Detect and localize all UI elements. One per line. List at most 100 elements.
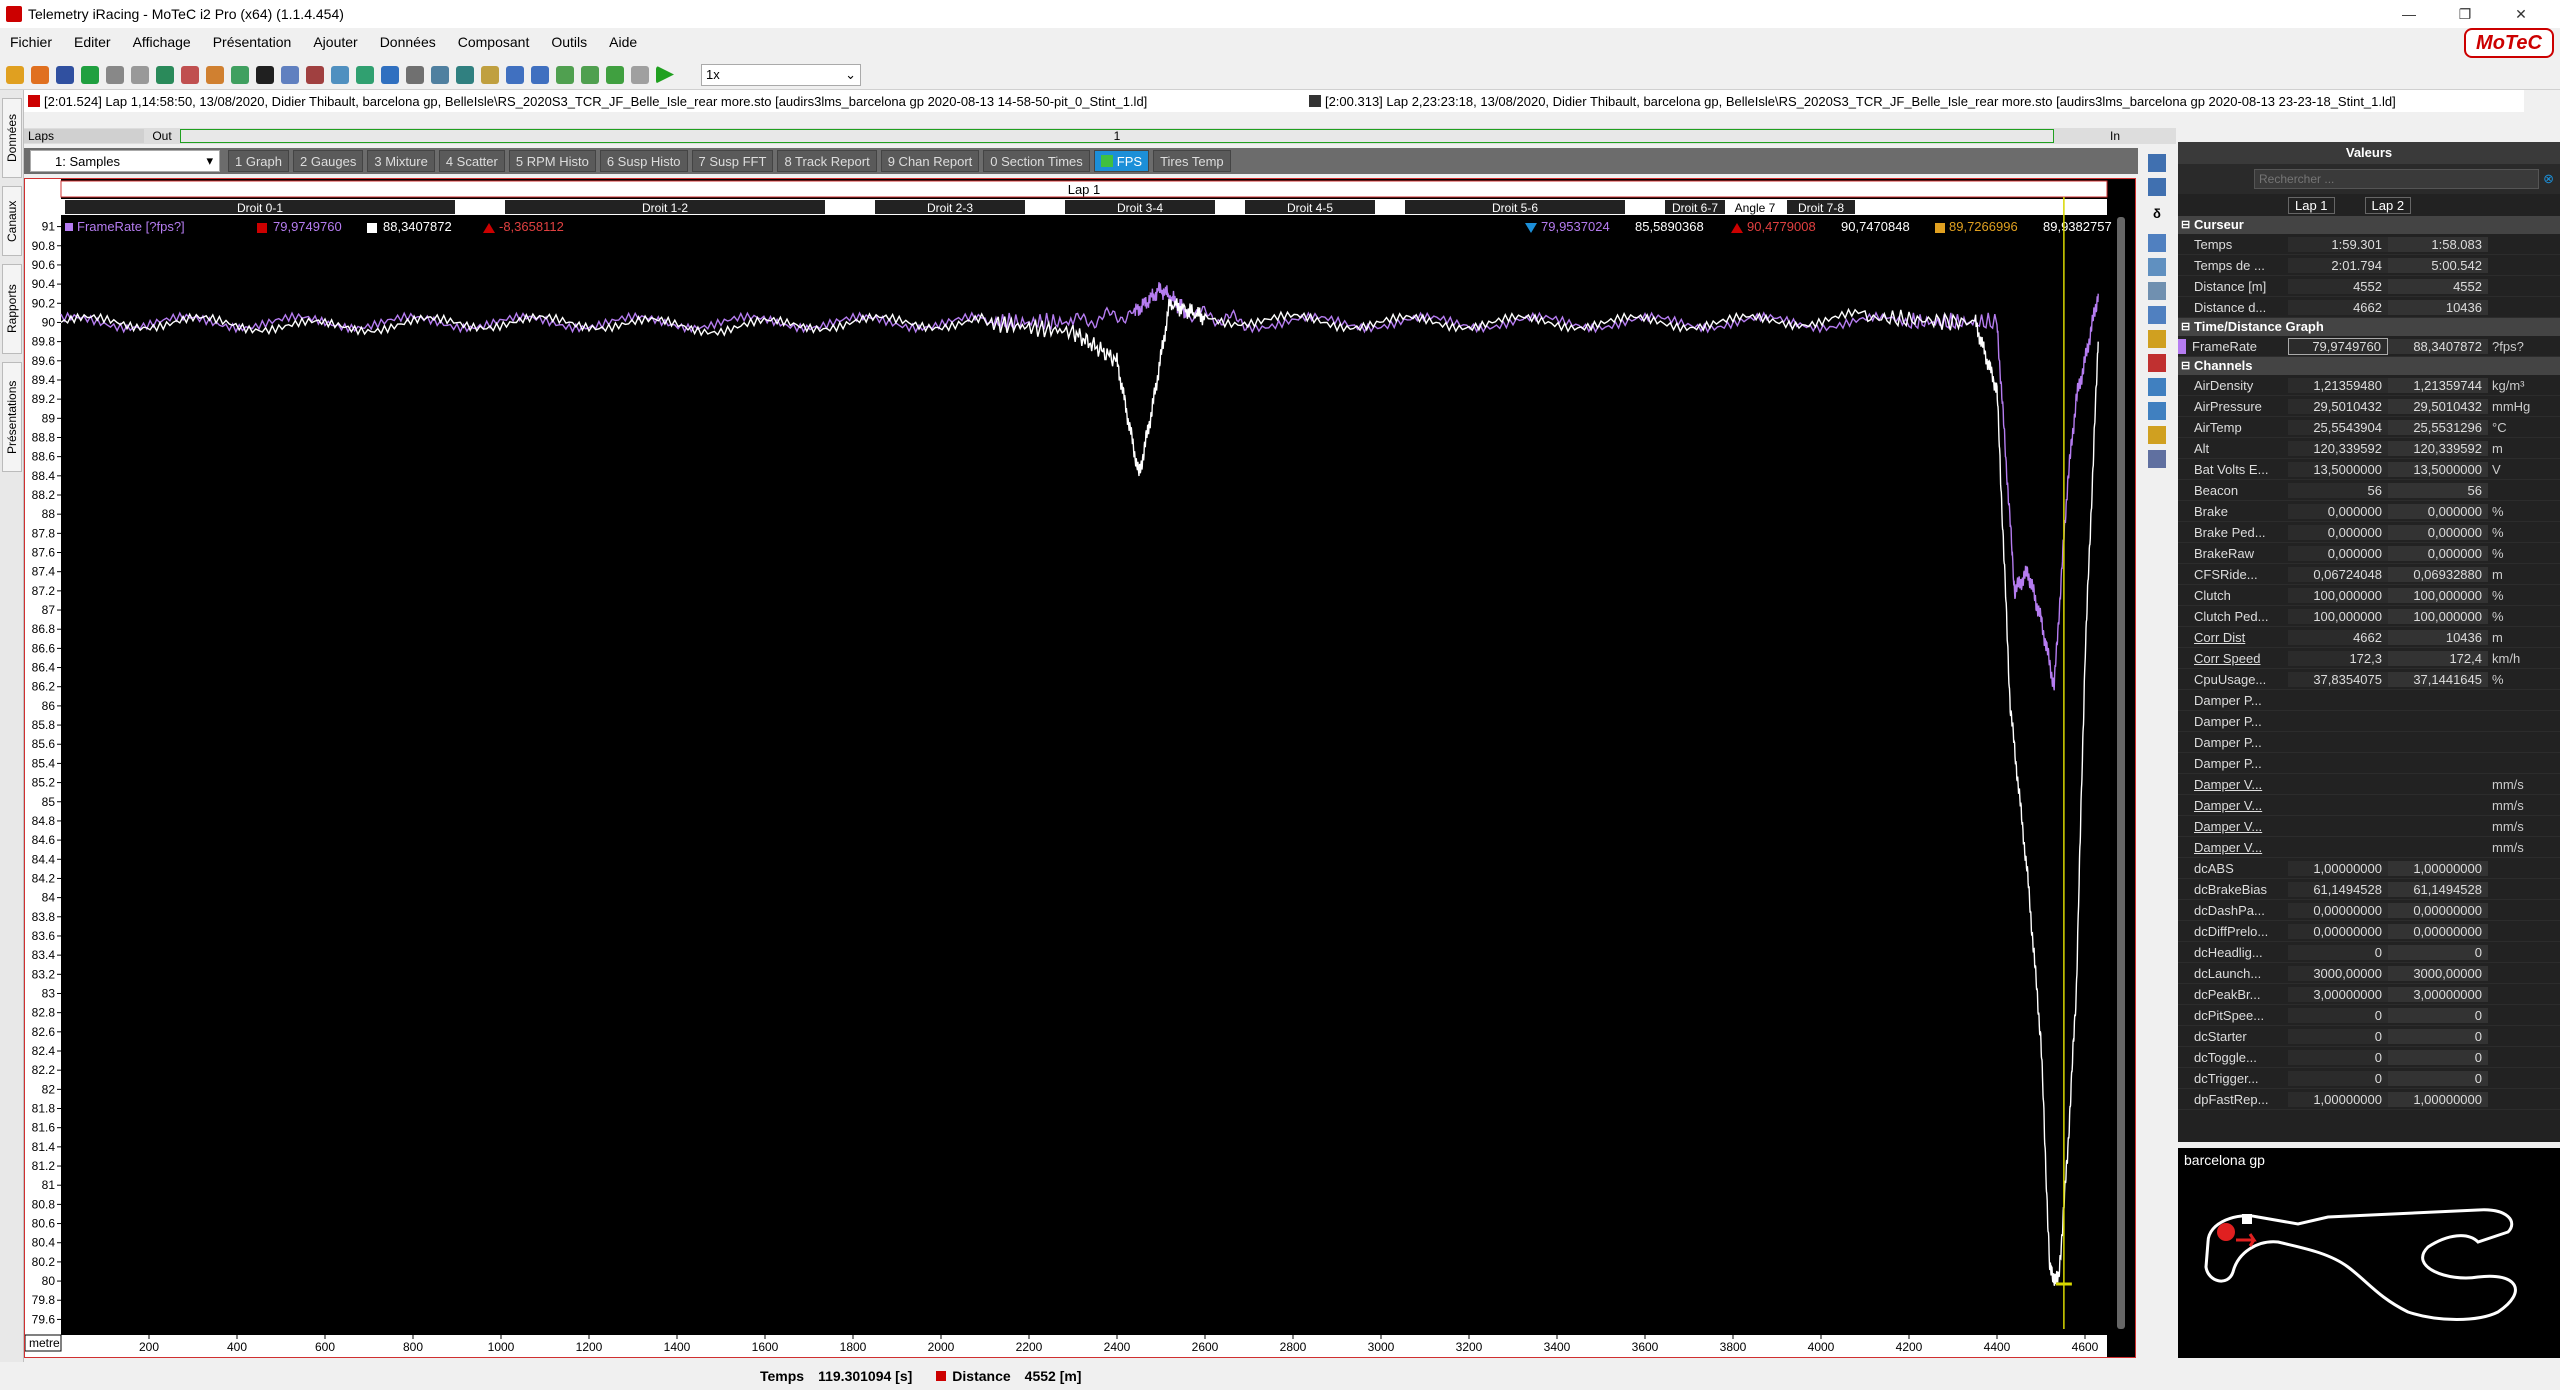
- value-row[interactable]: Temps 1:59.301 1:58.083: [2178, 234, 2560, 255]
- marker-icon[interactable]: [556, 65, 574, 84]
- value-row[interactable]: CFSRide... 0,06724048 0,06932880 m: [2178, 564, 2560, 585]
- tab-tires-temp[interactable]: Tires Temp: [1153, 150, 1231, 172]
- collapse-icon[interactable]: [2148, 402, 2166, 420]
- tab-canaux[interactable]: Canaux: [2, 186, 22, 256]
- play-icon[interactable]: [656, 65, 674, 84]
- tab-rapports[interactable]: Rapports: [2, 264, 22, 354]
- time-distance-graph[interactable]: Lap 1 Droit 0-1 Droit 1-2 Droit 2-3 Droit 3-…: [24, 178, 2136, 1358]
- minimize-button[interactable]: —: [2386, 0, 2432, 28]
- highlight-icon[interactable]: [2148, 426, 2166, 444]
- value-row[interactable]: BrakeRaw 0,000000 0,000000%: [2178, 543, 2560, 564]
- zoom-in-icon[interactable]: [2148, 154, 2166, 172]
- playback-speed-select[interactable]: 1x ⌄: [701, 63, 861, 86]
- window-icon[interactable]: [481, 65, 499, 84]
- value-row[interactable]: dcStarter 0 0: [2178, 1026, 2560, 1047]
- framerate-chart[interactable]: Lap 1 Droit 0-1 Droit 1-2 Droit 2-3 Droit 3-…: [24, 179, 2135, 1357]
- ruler-icon[interactable]: [2148, 450, 2166, 468]
- value-row[interactable]: Temps de ... 2:01.794 5:00.542: [2178, 255, 2560, 276]
- add-icon[interactable]: [81, 65, 99, 84]
- table-icon[interactable]: [281, 65, 299, 84]
- menu-presentation[interactable]: Présentation: [213, 34, 292, 50]
- cursor-icon[interactable]: [2148, 258, 2166, 276]
- value-row[interactable]: AirPressure 29,5010432 29,5010432 mmHg: [2178, 396, 2560, 417]
- tab-track-report[interactable]: 8 Track Report: [777, 150, 877, 172]
- menu-affichage[interactable]: Affichage: [133, 34, 191, 50]
- tab-rpm-histo[interactable]: 5 RPM Histo: [508, 150, 596, 172]
- value-row[interactable]: CpuUsage... 37,8354075 37,1441645%: [2178, 669, 2560, 690]
- value-row[interactable]: Damper V... mm/s: [2178, 837, 2560, 858]
- open-icon[interactable]: [6, 65, 24, 84]
- storage-icon[interactable]: [256, 65, 274, 84]
- value-row[interactable]: Clutch 100,000000 100,000000%: [2178, 585, 2560, 606]
- section-curseur[interactable]: Curseur: [2178, 216, 2560, 234]
- marker-icon[interactable]: [2148, 330, 2166, 348]
- value-row[interactable]: Alt 120,339592 120,339592 m: [2178, 438, 2560, 459]
- settings-icon[interactable]: [606, 65, 624, 84]
- value-row[interactable]: Damper V... mm/s: [2178, 795, 2560, 816]
- value-row[interactable]: dcBrakeBias 61,1494528 61,1494528: [2178, 879, 2560, 900]
- tab-chan-report[interactable]: 9 Chan Report: [880, 150, 980, 172]
- value-row[interactable]: Brake 0,000000 0,000000%: [2178, 501, 2560, 522]
- value-row[interactable]: AirTemp 25,5543904 25,5531296 °C: [2178, 417, 2560, 438]
- menu-fichier[interactable]: Fichier: [10, 34, 52, 50]
- tab-presentations[interactable]: Présentations: [2, 362, 22, 472]
- value-row[interactable]: Damper P...: [2178, 690, 2560, 711]
- value-row[interactable]: Beacon 56 56: [2178, 480, 2560, 501]
- overlay-icon[interactable]: [2148, 306, 2166, 324]
- layout-icon[interactable]: [331, 65, 349, 84]
- zoom-out-icon[interactable]: [2148, 178, 2166, 196]
- forward-icon[interactable]: [531, 65, 549, 84]
- graph-scrollbar[interactable]: [2117, 217, 2125, 1329]
- channel-list-icon[interactable]: [2148, 282, 2166, 300]
- tab-section-times[interactable]: 0 Section Times: [983, 150, 1090, 172]
- value-row[interactable]: Bat Volts E... 13,5000000 13,5000000 V: [2178, 459, 2560, 480]
- menu-ajouter[interactable]: Ajouter: [313, 34, 357, 50]
- tab-susp-fft[interactable]: 7 Susp FFT: [691, 150, 774, 172]
- value-row[interactable]: dcPitSpee... 0 0: [2178, 1005, 2560, 1026]
- tab-graph[interactable]: 1 Graph: [228, 150, 289, 172]
- track-map[interactable]: barcelona gp: [2178, 1148, 2560, 1358]
- tile-icon[interactable]: [456, 65, 474, 84]
- value-row[interactable]: Damper V... mm/s: [2178, 774, 2560, 795]
- value-row[interactable]: Clutch Ped... 100,000000 100,000000%: [2178, 606, 2560, 627]
- menu-aide[interactable]: Aide: [609, 34, 637, 50]
- value-row[interactable]: dcToggle... 0 0: [2178, 1047, 2560, 1068]
- value-row[interactable]: dcDiffPrelo... 0,00000000 0,00000000: [2178, 921, 2560, 942]
- lap-1-segment[interactable]: 1: [180, 129, 2054, 143]
- preview-icon[interactable]: [131, 65, 149, 84]
- value-row[interactable]: Corr Speed 172,3 172,4 km/h: [2178, 648, 2560, 669]
- tab-donnees[interactable]: Données: [2, 98, 22, 178]
- value-row[interactable]: dcHeadlig... 0 0: [2178, 942, 2560, 963]
- value-row[interactable]: dcTrigger... 0 0: [2178, 1068, 2560, 1089]
- menu-donnees[interactable]: Données: [380, 34, 436, 50]
- close-button[interactable]: ✕: [2498, 0, 2544, 28]
- user-icon[interactable]: [631, 65, 649, 84]
- marker-add-icon[interactable]: [581, 65, 599, 84]
- value-row[interactable]: Distance [m] 4552 4552: [2178, 276, 2560, 297]
- math-icon[interactable]: [356, 65, 374, 84]
- menu-outils[interactable]: Outils: [551, 34, 587, 50]
- value-row[interactable]: dpFastRep... 1,00000000 1,00000000: [2178, 1089, 2560, 1110]
- tab-gauges[interactable]: 2 Gauges: [292, 150, 364, 172]
- delta-icon[interactable]: δ: [2148, 206, 2166, 224]
- value-row[interactable]: Damper P...: [2178, 732, 2560, 753]
- value-row[interactable]: AirDensity 1,21359480 1,21359744 kg/m³: [2178, 375, 2560, 396]
- back-icon[interactable]: [506, 65, 524, 84]
- filter-icon[interactable]: [181, 65, 199, 84]
- value-row[interactable]: dcPeakBr... 3,00000000 3,00000000: [2178, 984, 2560, 1005]
- grid-icon[interactable]: [406, 65, 424, 84]
- tab-susp-histo[interactable]: 6 Susp Histo: [599, 150, 688, 172]
- value-row[interactable]: Corr Dist 4662 10436 m: [2178, 627, 2560, 648]
- tab-scatter[interactable]: 4 Scatter: [438, 150, 505, 172]
- samples-select[interactable]: 1: Samples ▾: [30, 150, 220, 172]
- delete-icon[interactable]: [2148, 354, 2166, 372]
- value-row[interactable]: Brake Ped... 0,000000 0,000000%: [2178, 522, 2560, 543]
- search-input[interactable]: [2254, 169, 2540, 189]
- tab-fps[interactable]: FPS: [1093, 150, 1150, 172]
- framerate-row[interactable]: FrameRate 79,9749760 88,3407872 ?fps?: [2178, 336, 2560, 357]
- value-row[interactable]: dcDashPa... 0,00000000 0,00000000: [2178, 900, 2560, 921]
- section-channels[interactable]: Channels: [2178, 357, 2560, 375]
- value-row[interactable]: Distance d... 4662 10436: [2178, 297, 2560, 318]
- value-row[interactable]: Damper P...: [2178, 753, 2560, 774]
- tab-mixture[interactable]: 3 Mixture: [367, 150, 435, 172]
